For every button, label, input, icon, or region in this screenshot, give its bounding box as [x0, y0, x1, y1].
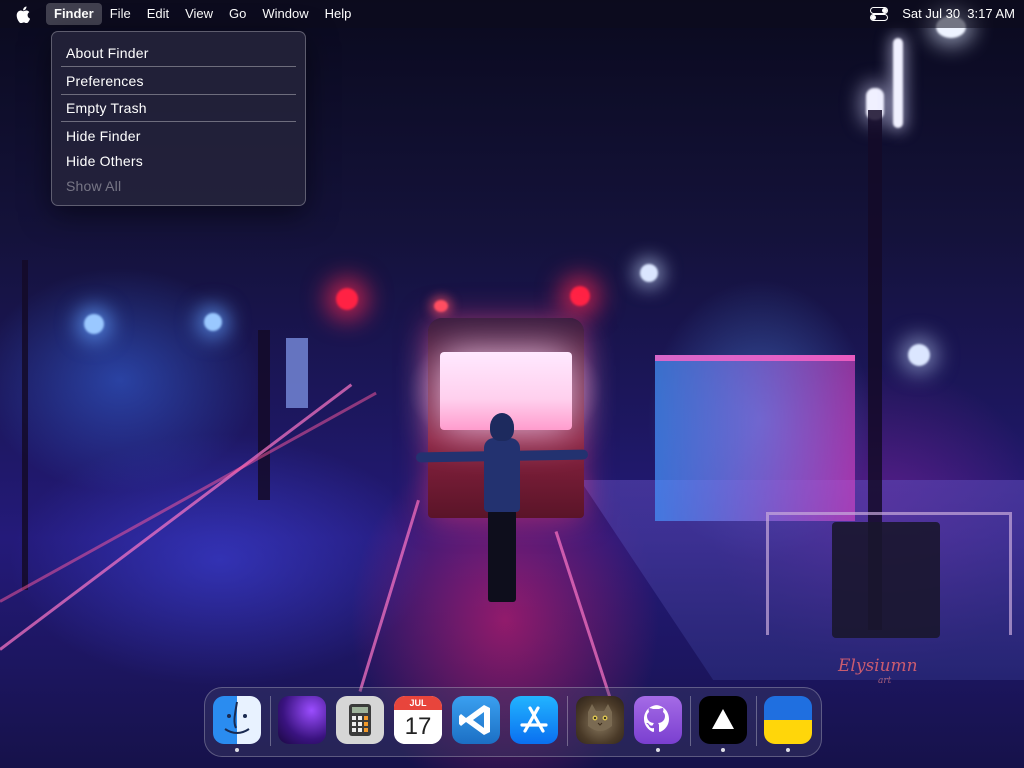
clock[interactable]: Sat Jul 30 3:17 AM	[898, 3, 1015, 25]
control-center-icon[interactable]	[870, 7, 889, 21]
menu-bar: Finder File Edit View Go Window Help Sat…	[0, 0, 1024, 28]
menu-item-about-finder[interactable]: About Finder	[66, 43, 149, 63]
purple-wallpaper-app-icon[interactable]	[278, 696, 326, 744]
menu-item-preferences[interactable]: Preferences	[66, 71, 144, 91]
calendar-month: JUL	[394, 696, 442, 710]
github-icon[interactable]	[634, 696, 682, 744]
ukraine-flag-icon[interactable]	[764, 696, 812, 744]
wallpaper-watermark: Elysiumn art	[838, 656, 918, 686]
running-indicator	[786, 748, 790, 752]
menu-item-hide-others[interactable]: Hide Others	[66, 151, 143, 171]
cat-photo-app-icon[interactable]	[576, 696, 624, 744]
menu-finder[interactable]: Finder	[46, 3, 102, 25]
menu-item-empty-trash[interactable]: Empty Trash	[66, 98, 147, 118]
dock-separator	[690, 696, 691, 746]
finder-dropdown-menu: About Finder Preferences Empty Trash Hid…	[51, 31, 306, 206]
running-indicator	[721, 748, 725, 752]
running-indicator	[656, 748, 660, 752]
menu-view[interactable]: View	[177, 3, 221, 25]
desktop[interactable]: Elysiumn art Finder File Edit View Go Wi…	[0, 0, 1024, 768]
dock: JUL 17	[204, 687, 822, 757]
running-indicator	[235, 748, 239, 752]
menu-edit[interactable]: Edit	[139, 3, 177, 25]
menu-go[interactable]: Go	[221, 3, 254, 25]
apple-logo-icon[interactable]	[16, 6, 36, 23]
dock-separator	[270, 696, 271, 746]
app-store-icon[interactable]	[510, 696, 558, 744]
finder-icon[interactable]	[213, 696, 261, 744]
dock-separator	[756, 696, 757, 746]
menu-window[interactable]: Window	[254, 3, 316, 25]
menu-help[interactable]: Help	[317, 3, 360, 25]
calculator-icon[interactable]	[336, 696, 384, 744]
menu-item-hide-finder[interactable]: Hide Finder	[66, 126, 141, 146]
calendar-day: 17	[394, 710, 442, 744]
calendar-icon[interactable]: JUL 17	[394, 696, 442, 744]
menu-item-show-all: Show All	[66, 178, 122, 194]
triangle-app-icon[interactable]	[699, 696, 747, 744]
dock-separator	[567, 696, 568, 746]
menu-separator	[61, 66, 296, 67]
menu-separator	[61, 94, 296, 95]
vscode-icon[interactable]	[452, 696, 500, 744]
menu-file[interactable]: File	[102, 3, 139, 25]
menu-separator	[61, 121, 296, 122]
